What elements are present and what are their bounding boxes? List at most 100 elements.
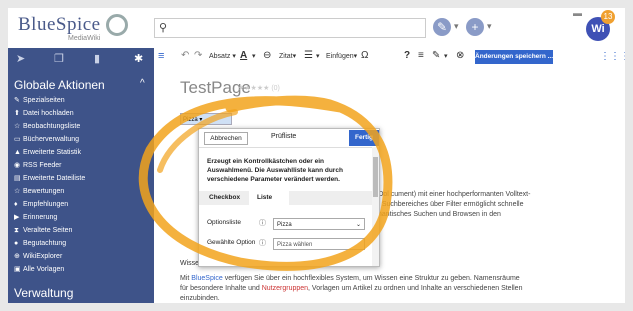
sidebar-item-label: Datei hochladen xyxy=(23,110,74,117)
optionlist-select[interactable]: Pizza ⌄ xyxy=(273,218,365,230)
sidebar-item-label: Bewertungen xyxy=(23,188,65,195)
page-options-icon[interactable]: ≡ xyxy=(418,50,424,61)
clipboard-icon[interactable]: ▮ xyxy=(94,52,100,65)
list-icon[interactable]: ☰ xyxy=(304,50,313,61)
sidebar-item-icon: ▤ xyxy=(14,175,21,182)
info-icon[interactable]: ⓘ xyxy=(259,218,266,228)
chevron-down-icon: ▾ xyxy=(252,53,256,60)
pages-icon[interactable]: ❐ xyxy=(54,52,64,65)
sidebar-item[interactable]: ☆ Bewertungen xyxy=(14,185,85,198)
info-icon[interactable]: ⓘ xyxy=(259,238,266,248)
search-icon: ⚲ xyxy=(159,22,168,34)
sidebar-item[interactable]: ▲ Erweiterte Statistik xyxy=(14,146,85,159)
sidebar-item[interactable]: ☆ Beobachtungsliste xyxy=(14,120,85,133)
redo-icon[interactable]: ↷ xyxy=(194,50,202,61)
menu-icon[interactable]: ≡ xyxy=(158,50,164,62)
inline-dropdown[interactable]: Pizza ▾ xyxy=(180,113,232,125)
tab-checkbox[interactable]: Checkbox xyxy=(203,191,249,205)
minimize-icon[interactable]: ▬ xyxy=(573,8,582,18)
bluespice-link[interactable]: BlueSpice xyxy=(191,275,223,282)
sidebar-item[interactable]: ▤ Erweiterte Dateiliste xyxy=(14,172,85,185)
pencil-icon: ✎ xyxy=(436,20,448,34)
logo-subtext: MediaWiki xyxy=(68,35,101,42)
navigation-icon[interactable]: ➤ xyxy=(16,52,25,65)
new-page-button[interactable]: + xyxy=(466,18,484,36)
text-style-icon[interactable]: A xyxy=(240,50,247,61)
sidebar-item-icon: ▭ xyxy=(14,136,21,143)
special-character-icon[interactable]: Ω xyxy=(361,50,368,61)
rating-stars[interactable]: ★★★★★ (0) xyxy=(238,84,280,92)
logo-icon xyxy=(106,14,128,36)
paragraph-format-label: Absatz xyxy=(209,53,231,60)
scrollbar-thumb[interactable] xyxy=(373,157,378,197)
nutzergruppen-link[interactable]: Nutzergruppen xyxy=(262,285,308,292)
paragraph-line: mantisches Suchen und Browsen in den xyxy=(376,211,501,218)
selected-option-select[interactable]: Pizza wählen xyxy=(273,238,365,250)
logo[interactable]: BlueSpice MediaWiki xyxy=(18,14,130,44)
sidebar-item[interactable]: ◉ RSS Feeder xyxy=(14,159,85,172)
chevron-down-icon: ⌄ xyxy=(355,222,361,228)
sidebar-item[interactable]: ▭ Bücherverwaltung xyxy=(14,133,85,146)
sidebar: ➤ ❐ ▮ ✱ Globale Aktionen ^ ✎ Spezialseite… xyxy=(8,48,154,303)
sidebar-heading: Globale Aktionen xyxy=(14,78,105,92)
cite-label: Zitat xyxy=(279,53,293,60)
sidebar-item-icon: ⧗ xyxy=(14,227,19,234)
notification-badge[interactable]: 13 xyxy=(601,10,615,24)
sidebar-toolbar: ➤ ❐ ▮ ✱ xyxy=(8,48,154,70)
sidebar-item[interactable]: ✎ Spezialseiten xyxy=(14,94,85,107)
dialog-description: Erzeugt ein Kontrollkästchen oder ein Au… xyxy=(207,158,343,183)
undo-icon[interactable]: ↶ xyxy=(181,50,189,61)
editor-toolbar: ≡ ↶ ↷ Absatz ▾ A ▾ ⊖ Zitat▾ ☰ ▾ Einfügen… xyxy=(154,48,625,69)
collapse-icon[interactable]: ^ xyxy=(140,78,145,89)
done-button[interactable]: Fertig xyxy=(349,130,379,146)
cancel-button[interactable]: Abbrechen xyxy=(204,132,248,145)
app-frame: BlueSpice MediaWiki ⚲ ✎ ▾ + ▾ ▬ Wi 13 ➤ … xyxy=(8,8,625,303)
sidebar-item[interactable]: ⧗ Veraltete Seiten xyxy=(14,224,85,237)
paragraph-format-dropdown[interactable]: Absatz ▾ xyxy=(209,52,236,60)
chevron-down-icon: ▾ xyxy=(316,53,320,60)
edit-mode-icon[interactable]: ✎ xyxy=(432,50,440,61)
sidebar-item-label: Veraltete Seiten xyxy=(23,227,73,234)
sidebar-item[interactable]: ● Begutachtung xyxy=(14,237,85,250)
chevron-down-icon: ▾ xyxy=(444,53,448,60)
cite-dropdown[interactable]: Zitat▾ xyxy=(279,52,296,60)
insert-dropdown[interactable]: Einfügen▾ xyxy=(326,52,357,60)
sidebar-item-icon: ☆ xyxy=(14,188,21,195)
sidebar-item-label: WikiExplorer xyxy=(23,253,63,260)
dialog-title: Prüfliste xyxy=(271,133,297,140)
sidebar-item-label: RSS Feeder xyxy=(23,162,62,169)
sidebar-item[interactable]: ♦ Empfehlungen xyxy=(14,198,85,211)
sidebar-item[interactable]: ⊕ WikiExplorer xyxy=(14,250,85,263)
sidebar-item-icon: ⬆ xyxy=(14,110,20,117)
sidebar-item-label: Empfehlungen xyxy=(23,201,69,208)
sidebar-item[interactable]: ▶ Erinnerung xyxy=(14,211,85,224)
sidebar-item-label: Erinnerung xyxy=(23,214,58,221)
sidebar-item[interactable]: ▣ Alle Vorlagen xyxy=(14,263,85,276)
checklist-dialog: Abbrechen Prüfliste Fertig Erzeugt ein K… xyxy=(198,128,380,267)
edit-menu-button[interactable]: ✎ xyxy=(433,18,451,36)
grid-icon[interactable]: ⋮⋮⋮ xyxy=(600,51,625,62)
gear-icon[interactable]: ✱ xyxy=(134,52,143,65)
sidebar-item-label: Erweiterte Statistik xyxy=(23,149,81,156)
close-icon[interactable]: ⊗ xyxy=(456,50,464,61)
sidebar-item[interactable]: ⬆ Datei hochladen xyxy=(14,107,85,120)
logo-text: BlueSpice xyxy=(18,14,101,35)
optionlist-label: Optionsliste xyxy=(207,219,241,226)
sidebar-section-verwaltung[interactable]: Verwaltung xyxy=(14,286,73,300)
save-button[interactable]: Änderungen speichern ... xyxy=(475,50,553,64)
tab-liste[interactable]: Liste xyxy=(249,191,289,205)
paragraph-line: g Suchbereiches über Filter ermöglicht s… xyxy=(376,201,524,208)
text: für besondere Inhalte und xyxy=(180,285,262,292)
text: einzubinden. xyxy=(180,295,220,302)
dialog-scrollbar[interactable] xyxy=(372,147,379,266)
help-icon[interactable]: ? xyxy=(404,50,410,61)
sidebar-item-icon: ▲ xyxy=(14,149,21,156)
sidebar-item-label: Spezialseiten xyxy=(23,97,65,104)
search-input[interactable]: ⚲ xyxy=(154,18,426,38)
selected-option-label: Gewählte Option xyxy=(207,239,256,246)
dialog-tabs: Checkbox Liste xyxy=(199,191,372,205)
link-icon[interactable]: ⊖ xyxy=(263,50,271,61)
sidebar-item-icon: ◉ xyxy=(14,162,21,169)
sidebar-item-icon: ✎ xyxy=(14,97,20,104)
text: , Vorlagen um Artikel zu ordnen und Inha… xyxy=(308,285,523,292)
